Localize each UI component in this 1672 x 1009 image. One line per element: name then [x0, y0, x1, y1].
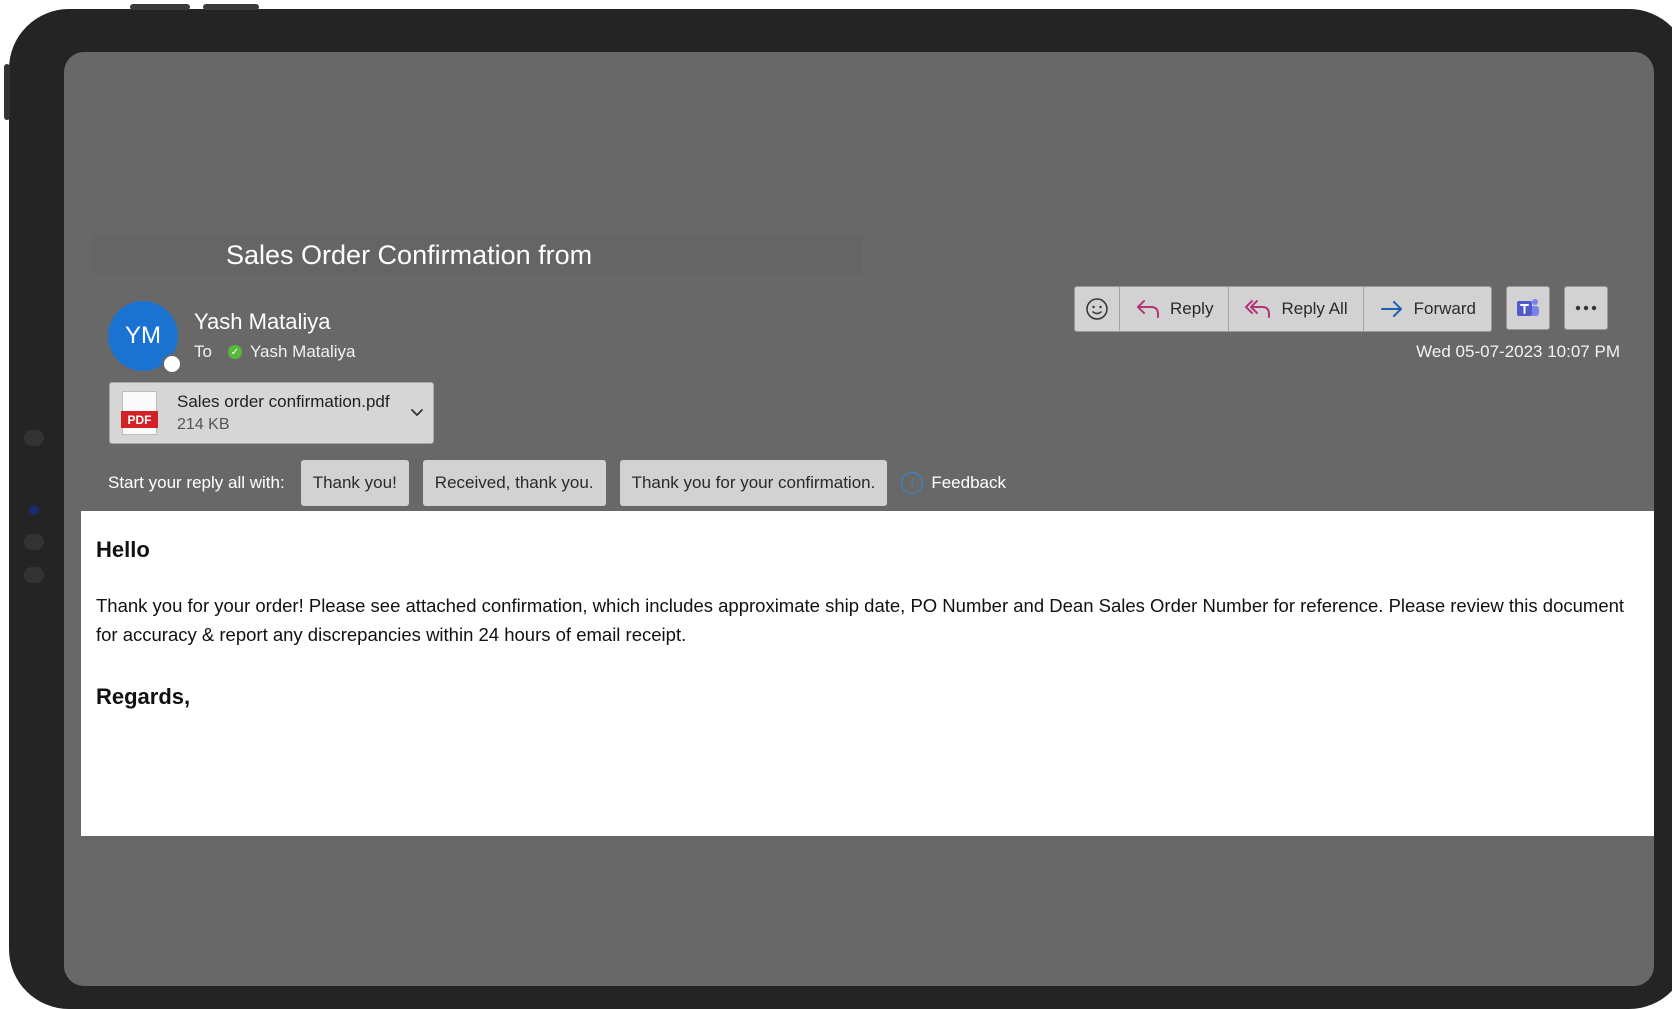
suggested-reply-chip[interactable]: Received, thank you.	[422, 460, 606, 506]
suggested-replies-row: Start your reply all with: Thank you! Re…	[108, 459, 1006, 507]
feedback-link[interactable]: i Feedback	[901, 472, 1006, 494]
presence-status-icon	[162, 354, 182, 374]
more-actions-button[interactable]	[1563, 286, 1608, 330]
emoji-icon	[1086, 298, 1108, 320]
suggested-reply-chip[interactable]: Thank you for your confirmation.	[619, 460, 888, 506]
attachment-size: 214 KB	[177, 416, 230, 433]
pdf-badge: PDF	[121, 411, 158, 428]
chevron-down-icon[interactable]	[409, 404, 425, 420]
device-sensor	[24, 567, 44, 583]
received-datetime: Wed 05-07-2023 10:07 PM	[1416, 342, 1620, 361]
forward-icon	[1380, 301, 1402, 317]
suggested-replies-label: Start your reply all with:	[108, 473, 285, 492]
info-icon: i	[901, 472, 924, 494]
reply-icon	[1137, 300, 1159, 318]
forward-button[interactable]: Forward	[1364, 287, 1491, 331]
body-greeting: Hello	[96, 537, 150, 562]
attachment-filename: Sales order confirmation.pdf	[177, 392, 390, 411]
suggested-reply-chip[interactable]: Thank you!	[300, 460, 409, 506]
recipient-name[interactable]: Yash Mataliya	[250, 342, 356, 362]
verified-check-icon: ✓	[227, 345, 242, 359]
teams-icon	[1516, 299, 1539, 316]
sender-name[interactable]: Yash Mataliya	[194, 309, 331, 335]
device-sensor	[24, 534, 44, 550]
device-side-button	[4, 64, 10, 120]
body-closing: Regards,	[96, 684, 191, 709]
reply-all-button[interactable]: Reply All	[1229, 287, 1364, 331]
recipients-row: To ✓ Yash Mataliya	[194, 342, 355, 362]
feedback-label: Feedback	[931, 473, 1007, 492]
device-sensor	[24, 430, 44, 446]
pdf-file-icon: PDF	[121, 391, 158, 435]
body-message: Thank you for your order! Please see att…	[96, 595, 1625, 645]
reply-all-label: Reply All	[1281, 299, 1348, 318]
reply-all-icon	[1245, 300, 1271, 318]
reply-actions-group: Reply Reply All Forward	[1074, 286, 1492, 332]
message-actions-toolbar: Reply Reply All Forward	[1074, 286, 1608, 332]
emoji-reaction-button[interactable]	[1075, 287, 1120, 331]
forward-label: Forward	[1413, 299, 1476, 318]
device-camera	[29, 505, 39, 515]
device-top-button	[203, 4, 259, 10]
reply-button[interactable]: Reply	[1120, 287, 1230, 331]
teams-share-button[interactable]	[1505, 286, 1550, 330]
email-body: Hello Thank you for your order! Please s…	[81, 511, 1654, 836]
more-icon	[1575, 305, 1597, 311]
email-subject: Sales Order Confirmation from	[226, 240, 593, 270]
attachment-card[interactable]: PDF Sales order confirmation.pdf 214 KB	[109, 382, 434, 444]
reply-label: Reply	[1170, 299, 1214, 318]
device-top-button	[130, 4, 190, 10]
email-reading-pane: Sales Order Confirmation from YM Yash Ma…	[64, 52, 1654, 986]
tablet-frame: Sales Order Confirmation from YM Yash Ma…	[9, 9, 1672, 1009]
avatar-initials: YM	[125, 322, 161, 349]
to-label: To	[194, 342, 212, 361]
